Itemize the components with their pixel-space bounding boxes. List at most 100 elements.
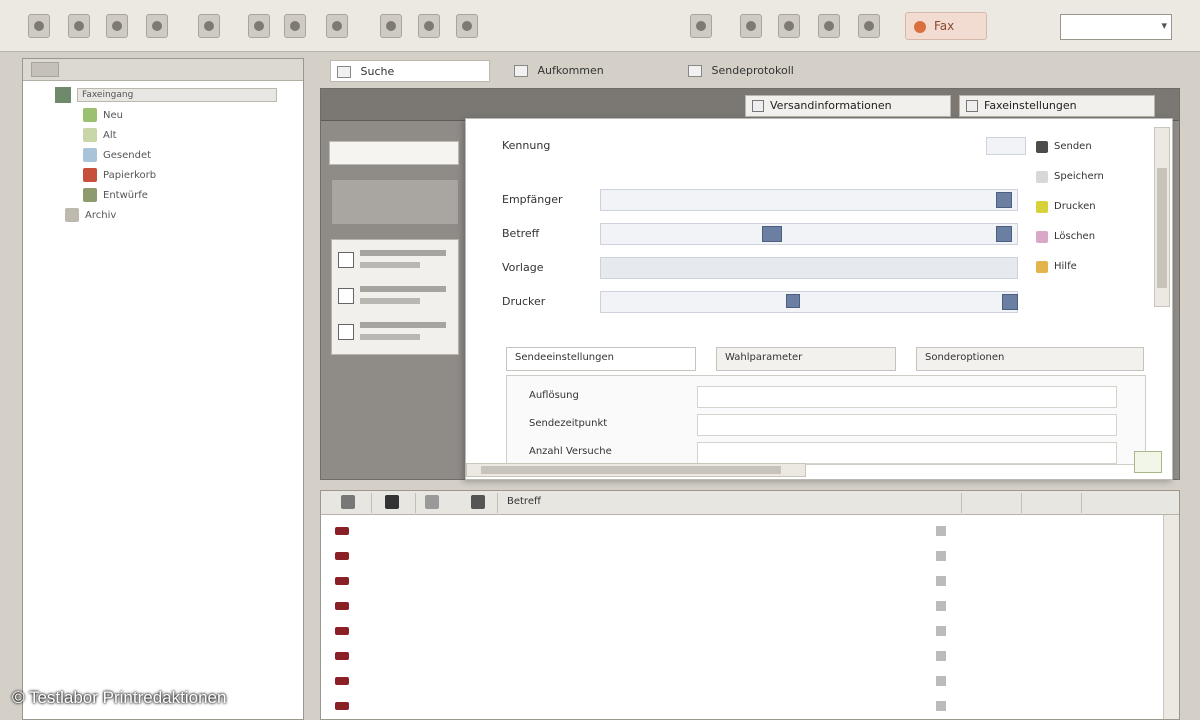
list-vertical-scrollbar[interactable]	[1163, 515, 1179, 719]
speichern-button[interactable]: Speichern	[1036, 167, 1156, 191]
subtab-sonderoptionen[interactable]: Sonderoptionen	[916, 347, 1144, 371]
envelope-icon	[335, 552, 349, 560]
checkbox-icon[interactable]	[786, 294, 800, 308]
kennung-field[interactable]	[986, 137, 1026, 155]
sendezeitpunkt-field[interactable]	[697, 414, 1117, 436]
status-column-icon[interactable]	[385, 495, 399, 509]
aufloesung-field[interactable]	[697, 386, 1117, 408]
toolbar-combo[interactable]	[1060, 14, 1172, 40]
list-item[interactable]	[321, 544, 1179, 569]
dialog-vertical-scrollbar[interactable]	[1154, 127, 1170, 307]
tree-header	[23, 59, 303, 81]
betreff-field[interactable]	[600, 223, 1018, 245]
envelope-icon	[335, 527, 349, 535]
tree-item-papierkorb[interactable]: Papierkorb	[83, 165, 303, 185]
open-icon[interactable]	[68, 14, 90, 38]
corner-action-icon[interactable]	[1134, 451, 1162, 473]
side-action-1[interactable]	[338, 246, 454, 276]
send-icon[interactable]	[740, 14, 762, 38]
betreff-browse-icon[interactable]	[996, 226, 1012, 242]
hilfe-button[interactable]: Hilfe	[1036, 257, 1156, 281]
flag-column-icon[interactable]	[341, 495, 355, 509]
printer-icon[interactable]	[1002, 294, 1018, 310]
vorlage-field[interactable]	[600, 257, 1018, 279]
versandinfo-label: Versandinformationen	[770, 99, 892, 112]
receive-icon[interactable]	[778, 14, 800, 38]
panel-header: Versandinformationen Faxeinstellungen	[321, 89, 1179, 121]
magnifier-icon	[966, 100, 978, 112]
address-icon[interactable]	[818, 14, 840, 38]
subtab-wahlparameter[interactable]: Wahlparameter	[716, 347, 896, 371]
copy-icon[interactable]	[284, 14, 306, 38]
grid-icon	[514, 65, 528, 77]
subtab-sendeeinstellungen[interactable]: Sendeeinstellungen	[506, 347, 696, 371]
loeschen-button[interactable]: Löschen	[1036, 227, 1156, 251]
subject-column-header[interactable]: Betreff	[507, 496, 541, 507]
dialog-horizontal-scrollbar[interactable]	[466, 463, 806, 477]
versandinfo-button[interactable]: Versandinformationen	[745, 95, 951, 117]
cut-icon[interactable]	[248, 14, 270, 38]
versuche-field[interactable]	[697, 442, 1117, 464]
tree-item-archiv[interactable]: Archiv	[65, 205, 303, 225]
addressbook-icon[interactable]	[996, 192, 1012, 208]
list-item[interactable]	[321, 519, 1179, 544]
tree-root[interactable]: Faxeingang	[29, 85, 303, 105]
fax-button[interactable]: Fax	[905, 12, 987, 40]
fax-dialog: Kennung Empfänger Betreff Vorlage Drucke…	[465, 118, 1173, 480]
tab-aufkommen[interactable]: Aufkommen	[508, 60, 610, 82]
list-item[interactable]	[321, 594, 1179, 619]
archive-icon	[65, 208, 79, 222]
list-item[interactable]	[321, 694, 1179, 719]
side-search-field[interactable]	[329, 141, 459, 165]
list-item[interactable]	[321, 619, 1179, 644]
drucken-button[interactable]: Drucken	[1036, 197, 1156, 221]
empfaenger-label: Empfänger	[502, 193, 563, 206]
tab-label: Suche	[360, 65, 395, 78]
side-action-3[interactable]	[338, 318, 454, 348]
forward-icon[interactable]	[418, 14, 440, 38]
list-item[interactable]	[321, 569, 1179, 594]
faxsettings-button[interactable]: Faxeinstellungen	[959, 95, 1155, 117]
tree-item-neu[interactable]: Neu	[83, 105, 303, 125]
folder-icon	[83, 128, 97, 142]
save-icon[interactable]	[106, 14, 128, 38]
empfaenger-field[interactable]	[600, 189, 1018, 211]
type-column-icon[interactable]	[471, 495, 485, 509]
send-icon	[1036, 141, 1048, 153]
envelope-icon	[335, 627, 349, 635]
reply-icon[interactable]	[380, 14, 402, 38]
tree-item-entwuerfe[interactable]: Entwürfe	[83, 185, 303, 205]
help-icon	[1036, 261, 1048, 273]
betreff-picker-icon[interactable]	[762, 226, 782, 242]
new-icon[interactable]	[28, 14, 50, 38]
print-icon[interactable]	[146, 14, 168, 38]
list-item[interactable]	[321, 669, 1179, 694]
paste-icon[interactable]	[326, 14, 348, 38]
attach-icon[interactable]	[690, 14, 712, 38]
document-icon	[338, 252, 354, 268]
drucker-label: Drucker	[502, 295, 546, 308]
tree-tab[interactable]	[31, 62, 59, 77]
trash-icon	[83, 168, 97, 182]
settings-icon[interactable]	[858, 14, 880, 38]
subrow-versuche: Anzahl Versuche	[517, 442, 1137, 464]
envelope-icon	[335, 652, 349, 660]
delete-icon[interactable]	[456, 14, 478, 38]
drucker-field[interactable]	[600, 291, 1018, 313]
info-icon	[752, 100, 764, 112]
refresh-icon[interactable]	[198, 14, 220, 38]
side-action-2[interactable]	[338, 282, 454, 312]
tree-item-gesendet[interactable]: Gesendet	[83, 145, 303, 165]
attach-column-icon[interactable]	[425, 495, 439, 509]
hint-text	[600, 157, 1020, 177]
tab-search[interactable]: Suche	[330, 60, 490, 82]
envelope-icon	[335, 702, 349, 710]
list-item[interactable]	[321, 644, 1179, 669]
search-icon	[337, 66, 351, 78]
tab-label: Sendeprotokoll	[711, 64, 794, 77]
tree-item-alt[interactable]: Alt	[83, 125, 303, 145]
folder-tree-pane: Faxeingang Neu Alt Gesendet Papierkorb E…	[22, 58, 304, 720]
senden-button[interactable]: Senden	[1036, 137, 1156, 161]
subrow-aufloesung: Auflösung	[517, 386, 1137, 408]
tab-sendeprotokoll[interactable]: Sendeprotokoll	[682, 60, 800, 82]
